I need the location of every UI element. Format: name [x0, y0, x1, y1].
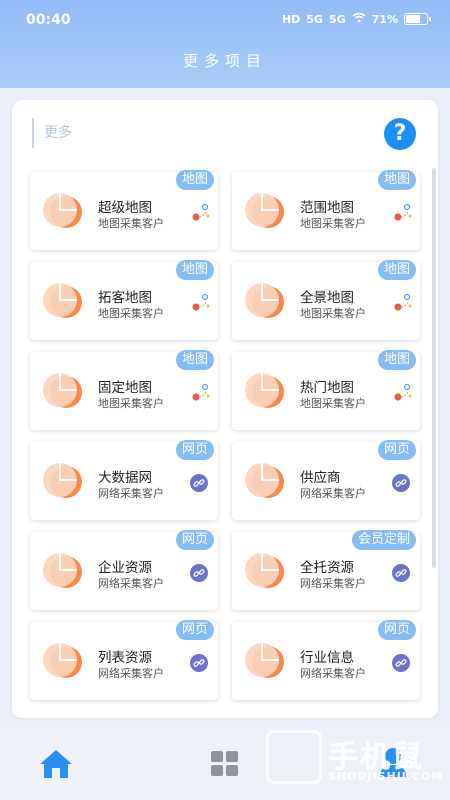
card-subtitle: 地图采集客户 [98, 397, 164, 410]
app-logo-icon [42, 190, 88, 230]
watermark-subtext: SHOUJISHU.COM [328, 770, 444, 783]
card-title: 企业资源 [98, 560, 152, 576]
scrollbar[interactable] [432, 168, 436, 568]
link-icon [190, 654, 208, 672]
project-card[interactable]: 全景地图 地图采集客户 地图 [232, 260, 420, 340]
card-title: 拓客地图 [98, 290, 152, 306]
card-title: 供应商 [300, 470, 341, 486]
app-logo-icon [42, 460, 88, 500]
app-logo-icon [244, 370, 290, 410]
card-tag: 地图 [377, 350, 416, 370]
signal-2: 5G [328, 12, 346, 26]
project-card[interactable]: 范围地图 地图采集客户 地图 [232, 170, 420, 250]
card-subtitle: 网络采集客户 [98, 487, 164, 500]
app-logo-icon [42, 370, 88, 410]
project-card[interactable]: 大数据网 网络采集客户 网页 [30, 440, 218, 520]
card-tag: 网页 [175, 530, 214, 550]
app-logo-icon [244, 460, 290, 500]
app-logo-icon [244, 640, 290, 680]
main-panel: 更多 ? 超级地图 地图采集客户 地图 范围地图 地图采集客户 地图 拓客地图 地图采集客户地… [12, 100, 438, 718]
project-card[interactable]: 企业资源 网络采集客户 网页 [30, 530, 218, 610]
project-card[interactable]: 超级地图 地图采集客户 地图 [30, 170, 218, 250]
project-card[interactable]: 列表资源 网络采集客户 网页 [30, 620, 218, 700]
card-tag: 地图 [377, 170, 416, 190]
app-logo-icon [244, 550, 290, 590]
project-card[interactable]: 热门地图 地图采集客户 地图 [232, 350, 420, 430]
card-title: 热门地图 [300, 380, 354, 396]
card-subtitle: 地图采集客户 [98, 307, 164, 320]
card-subtitle: 网络采集客户 [98, 667, 164, 680]
card-tag: 网页 [175, 620, 214, 640]
link-icon [392, 474, 410, 492]
card-subtitle: 地图采集客户 [300, 217, 366, 230]
link-icon [392, 564, 410, 582]
card-subtitle: 地图采集客户 [300, 307, 366, 320]
app-logo-icon [42, 640, 88, 680]
signal-1: 5G [306, 12, 323, 26]
status-icons: HD 5G 5G 71% [281, 12, 431, 26]
card-tag: 地图 [175, 350, 214, 370]
card-tag: 网页 [377, 620, 416, 640]
battery-percent: 71% [371, 12, 398, 26]
hd-label: HD [281, 12, 301, 26]
card-subtitle: 地图采集客户 [300, 397, 366, 410]
wifi-icon [352, 12, 366, 26]
app-logo-icon [244, 190, 290, 230]
app-logo-icon [42, 280, 88, 320]
card-tag: 地图 [175, 260, 214, 280]
app-logo-icon [244, 280, 290, 320]
link-icon [190, 564, 208, 582]
status-bar: 00:40 HD 5G 5G 71% [0, 0, 450, 40]
project-card[interactable]: 行业信息 网络采集客户 网页 [232, 620, 420, 700]
watermark-icon [266, 730, 322, 784]
project-card[interactable]: 固定地图 地图采集客户 地图 [30, 350, 218, 430]
home-icon[interactable] [38, 748, 74, 780]
header: 00:40 HD 5G 5G 71% 更多项目 [0, 0, 450, 88]
map-pin-icon [190, 202, 212, 224]
map-pin-icon [392, 382, 414, 404]
card-title: 列表资源 [98, 650, 152, 666]
card-title: 行业信息 [300, 650, 354, 666]
project-card[interactable]: 供应商 网络采集客户 网页 [232, 440, 420, 520]
app-logo-icon [42, 550, 88, 590]
card-subtitle: 网络采集客户 [300, 487, 366, 500]
card-subtitle: 网络采集客户 [300, 667, 366, 680]
map-pin-icon [190, 292, 212, 314]
card-subtitle: 地图采集客户 [98, 217, 164, 230]
card-tag: 网页 [175, 440, 214, 460]
card-title: 超级地图 [98, 200, 152, 216]
help-icon[interactable]: ? [384, 118, 416, 150]
card-subtitle: 网络采集客户 [98, 577, 164, 590]
grid-icon[interactable] [210, 750, 240, 778]
page-title: 更多项目 [182, 52, 267, 70]
card-title: 全景地图 [300, 290, 354, 306]
card-tag: 地图 [377, 260, 416, 280]
card-title: 全托资源 [300, 560, 354, 576]
search-input[interactable]: 更多 [32, 118, 344, 148]
card-title: 范围地图 [300, 200, 354, 216]
card-title: 固定地图 [98, 380, 152, 396]
card-tag: 地图 [175, 170, 214, 190]
card-tag: 会员定制 [351, 530, 416, 550]
card-title: 大数据网 [98, 470, 152, 486]
link-icon [190, 474, 208, 492]
map-pin-icon [190, 382, 212, 404]
project-card[interactable]: 全托资源 网络采集客户 会员定制 [232, 530, 420, 610]
status-time: 00:40 [26, 12, 71, 28]
card-tag: 网页 [377, 440, 416, 460]
battery-icon [404, 13, 431, 25]
watermark-logo: 手机鼠 SHOUJISHU.COM [262, 728, 442, 788]
link-icon [392, 654, 410, 672]
map-pin-icon [392, 292, 414, 314]
card-subtitle: 网络采集客户 [300, 577, 366, 590]
project-card[interactable]: 拓客地图 地图采集客户 地图 [30, 260, 218, 340]
map-pin-icon [392, 202, 414, 224]
